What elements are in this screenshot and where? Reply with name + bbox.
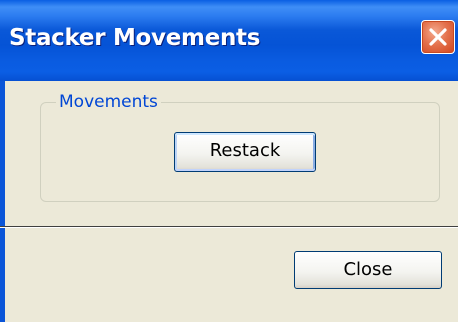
restack-button[interactable]: Restack [174, 132, 316, 172]
movements-group-label: Movements [56, 92, 161, 112]
close-button[interactable]: Close [294, 251, 442, 289]
window-left-frame [0, 81, 5, 322]
window-right-edge [458, 0, 462, 322]
window-close-button[interactable] [421, 20, 455, 54]
close-icon [429, 28, 447, 46]
window-title: Stacker Movements [9, 25, 261, 51]
footer-separator [0, 226, 458, 228]
title-bar[interactable]: Stacker Movements [0, 0, 458, 81]
dialog-window: Stacker Movements Movements Restack Clos… [0, 0, 462, 322]
